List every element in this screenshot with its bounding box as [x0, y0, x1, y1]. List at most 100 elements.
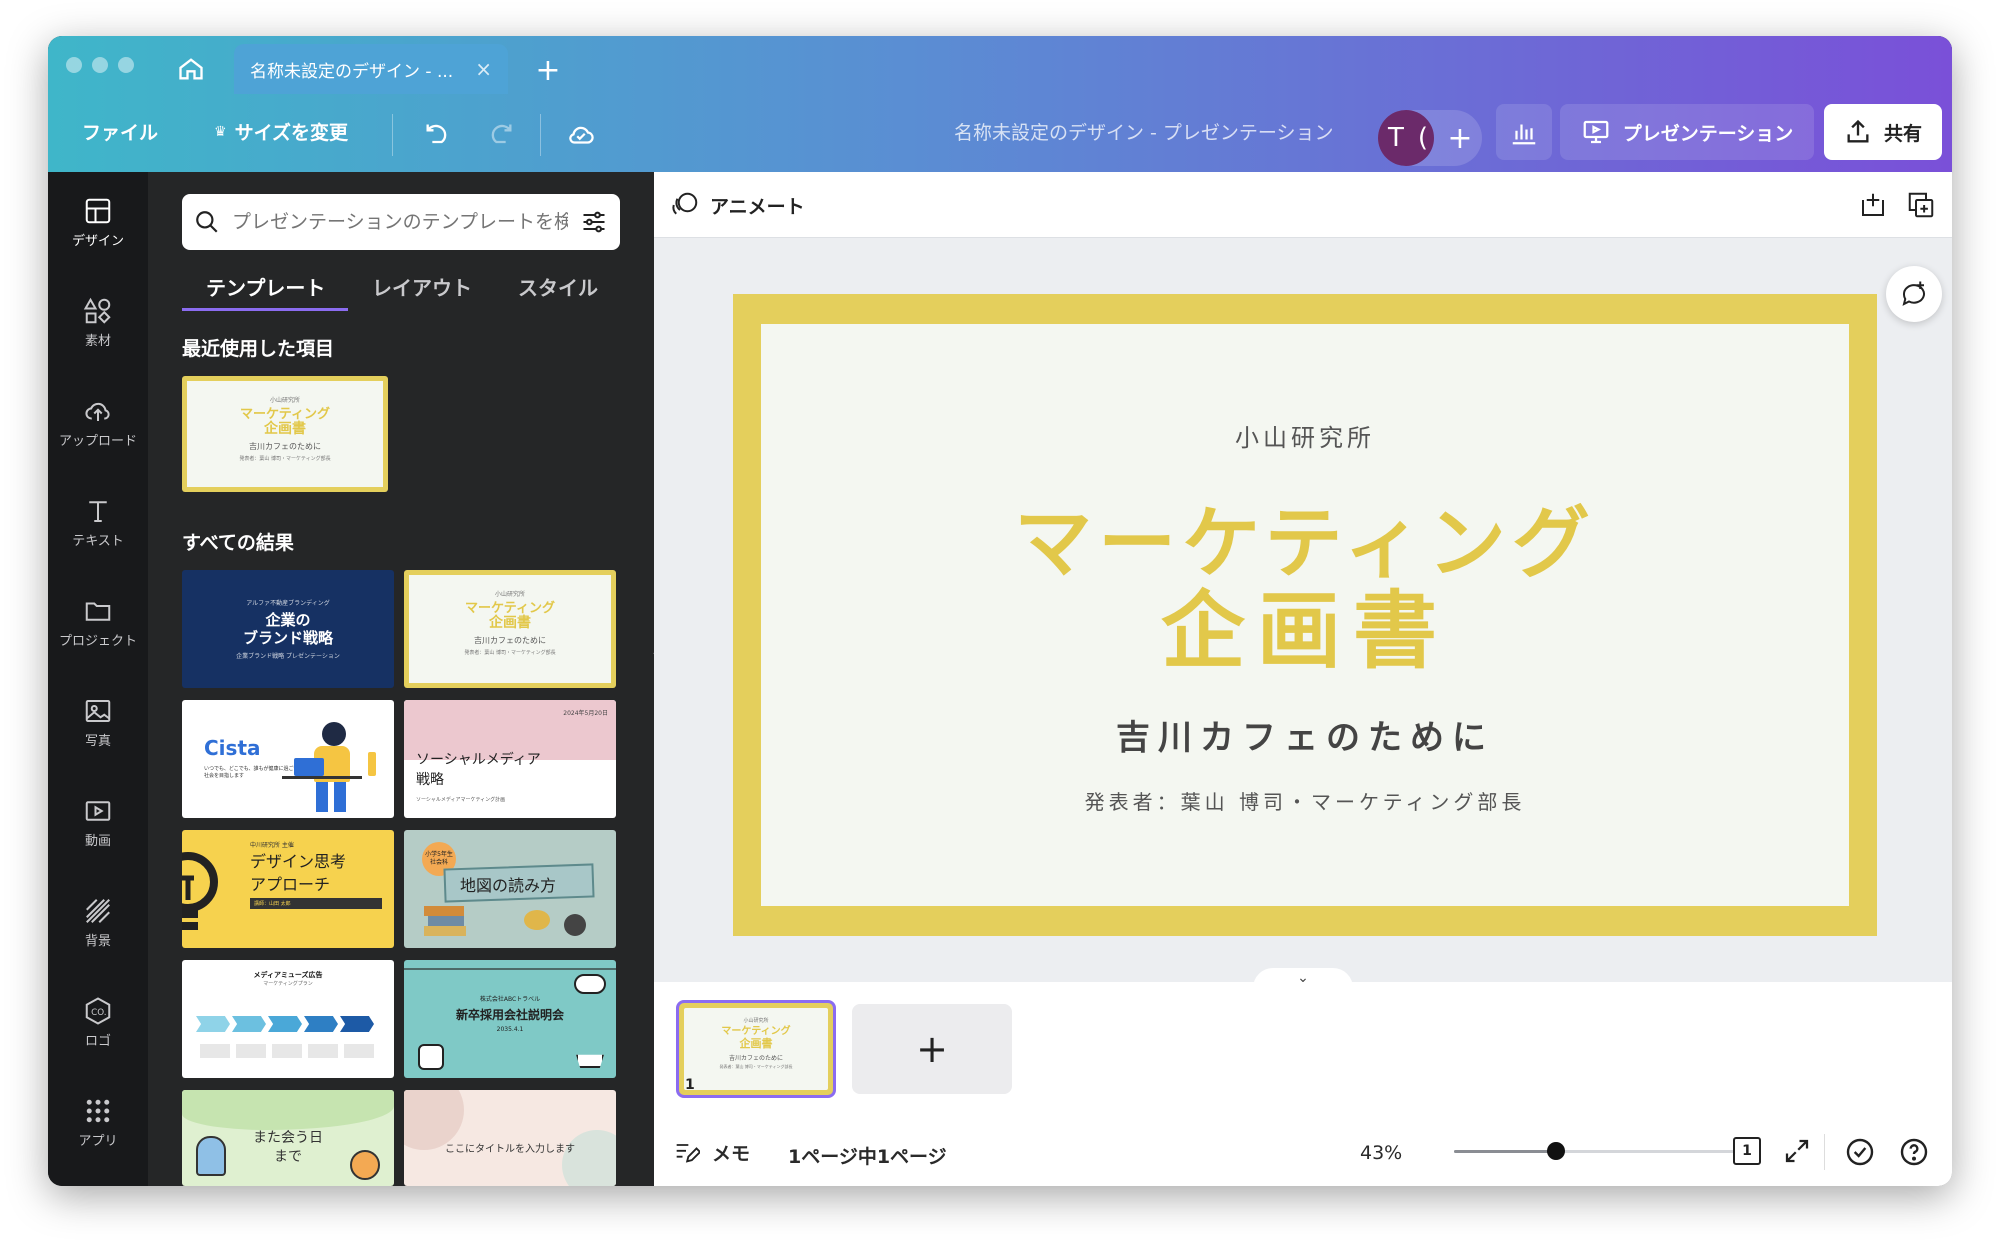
avatar-extra: (: [1417, 123, 1429, 153]
rail-item-background[interactable]: 背景: [48, 872, 148, 972]
collaborators-group[interactable]: T( +: [1378, 110, 1482, 166]
rail-label: アップロード: [58, 433, 137, 449]
apps-icon: [86, 1099, 110, 1122]
animate-button[interactable]: アニメート: [670, 190, 805, 220]
zoom-window-dot[interactable]: [118, 57, 134, 73]
duplicate-page-icon[interactable]: [1906, 190, 1936, 220]
template-thumb[interactable]: メディアミューズ広告 マーケティングプラン: [182, 960, 394, 1078]
present-icon: [1583, 120, 1609, 144]
add-page-icon[interactable]: [1858, 190, 1888, 220]
chart-icon: [1512, 124, 1536, 145]
rail-label: 背景: [84, 933, 111, 949]
rail-item-logo[interactable]: CO. ロゴ: [48, 972, 148, 1072]
thumb-text: 企画書: [489, 615, 531, 631]
rail-item-upload[interactable]: アップロード: [48, 372, 148, 472]
avatar[interactable]: T(: [1378, 110, 1434, 166]
filter-icon[interactable]: [580, 208, 608, 236]
share-button[interactable]: 共有: [1824, 104, 1942, 160]
template-thumb[interactable]: 小山研究所 マーケティング 企画書 吉川カフェのために 発表者：葉山 博司・マー…: [404, 570, 616, 688]
thumb-text: 2024年5月20日: [563, 710, 608, 717]
template-thumb[interactable]: 小学5年生 社会科 地図の読み方: [404, 830, 616, 948]
rail-item-projects[interactable]: プロジェクト: [48, 572, 148, 672]
minimize-window-dot[interactable]: [92, 57, 108, 73]
rail-item-elements[interactable]: 素材: [48, 272, 148, 372]
notes-button[interactable]: メモ: [672, 1138, 750, 1166]
avatar-initial: T: [1387, 123, 1404, 153]
rail-item-text[interactable]: テキスト: [48, 472, 148, 572]
title-bar: 名称未設定のデザイン - ... × + ファイル ♛ サイズを変更 名称未設定…: [48, 36, 1952, 172]
insights-button[interactable]: [1496, 104, 1552, 160]
thumb-text: マーケティングプラン: [263, 981, 313, 987]
slide-presenter[interactable]: 発表者：葉山 博司・マーケティング部長: [761, 786, 1849, 815]
thumb-text: 株式会社ABCトラベル: [479, 996, 541, 1003]
redo-icon[interactable]: [478, 112, 524, 158]
slide-title-line2[interactable]: 企画書: [761, 586, 1849, 676]
thumb-text: 小山研究所: [269, 397, 300, 404]
tab-layouts[interactable]: レイアウト: [372, 272, 472, 301]
photo-icon: [85, 699, 111, 722]
search-icon: [196, 211, 218, 233]
browser-tab[interactable]: 名称未設定のデザイン - ... ×: [234, 44, 508, 94]
template-search[interactable]: [182, 194, 620, 250]
tab-templates[interactable]: テンプレート: [206, 272, 325, 301]
thumb-text: 発表者：葉山 博司・マーケティング部長: [719, 1064, 793, 1069]
home-icon[interactable]: [170, 48, 212, 90]
recent-template-thumb[interactable]: 小山研究所 マーケティング 企画書 吉川カフェのために 発表者：葉山 博司・マー…: [182, 376, 388, 492]
lightbulb-icon: [182, 852, 218, 930]
thumb-text: 新卒採用会社説明会: [455, 1008, 564, 1022]
grid-view-button[interactable]: 1: [1730, 1134, 1764, 1168]
add-collaborator-icon[interactable]: +: [1440, 110, 1480, 166]
close-window-dot[interactable]: [66, 57, 82, 73]
slide-subtitle[interactable]: 吉川カフェのために: [761, 710, 1849, 759]
add-page-button[interactable]: +: [852, 1004, 1012, 1094]
rail-label: デザイン: [71, 233, 124, 249]
template-thumb[interactable]: 株式会社ABCトラベル 新卒採用会社説明会 2035.4.1: [404, 960, 616, 1078]
rail-item-videos[interactable]: 動画: [48, 772, 148, 872]
zoom-slider[interactable]: [1454, 1142, 1734, 1160]
new-tab-icon[interactable]: +: [528, 50, 568, 90]
thumb-text: デザイン思考: [250, 852, 347, 871]
template-thumb[interactable]: 2024年5月20日 ソーシャルメディア 戦略 ソーシャルメディアマーケティング…: [404, 700, 616, 818]
page-strip: 小山研究所 マーケティング 企画書 吉川カフェのために 発表者：葉山 博司・マー…: [654, 982, 1952, 1186]
page-thumb[interactable]: 小山研究所 マーケティング 企画書 吉川カフェのために 発表者：葉山 博司・マー…: [676, 1000, 836, 1098]
template-thumb[interactable]: ここにタイトルを入力します: [404, 1090, 616, 1186]
search-input[interactable]: [232, 211, 568, 233]
present-button[interactable]: プレゼンテーション: [1560, 104, 1814, 160]
rail-item-design[interactable]: デザイン: [48, 172, 148, 272]
thumb-text: ソーシャルメディアマーケティング計画: [416, 797, 506, 803]
checkmark-circle-icon[interactable]: [1844, 1136, 1876, 1168]
notes-icon: [676, 1144, 700, 1163]
undo-icon[interactable]: [414, 112, 460, 158]
elements-icon: [83, 297, 111, 324]
close-tab-icon[interactable]: ×: [475, 57, 492, 81]
rail-item-apps[interactable]: アプリ: [48, 1072, 148, 1172]
zoom-percentage[interactable]: 43%: [1360, 1142, 1402, 1164]
tab-styles[interactable]: スタイル: [518, 272, 598, 301]
text-icon: [89, 500, 107, 522]
slide-org[interactable]: 小山研究所: [761, 418, 1849, 453]
fullscreen-icon[interactable]: [1782, 1136, 1812, 1166]
thumb-text: アプローチ: [250, 875, 331, 894]
file-menu-button[interactable]: ファイル: [82, 118, 158, 145]
rail-label: テキスト: [72, 533, 124, 549]
template-thumb[interactable]: Cista いつでも、どこでも、誰もが健康に過ごせる社会を目指します: [182, 700, 394, 818]
rail-item-photos[interactable]: 写真: [48, 672, 148, 772]
help-icon[interactable]: [1898, 1136, 1930, 1168]
slide-title-line1[interactable]: マーケティング: [761, 502, 1849, 586]
rail-label: 素材: [84, 333, 111, 349]
document-title[interactable]: 名称未設定のデザイン - プレゼンテーション: [954, 118, 1334, 145]
add-comment-button[interactable]: [1886, 266, 1942, 322]
zoom-slider-handle[interactable]: [1547, 1142, 1565, 1160]
template-thumb[interactable]: アルファ不動産ブランディング 企業の ブランド戦略 企業ブランド戦略 プレゼンテ…: [182, 570, 394, 688]
resize-button[interactable]: ♛ サイズを変更: [214, 118, 348, 145]
resize-label: サイズを変更: [234, 122, 348, 144]
page-count-badge: 1: [1733, 1137, 1761, 1165]
template-thumb[interactable]: 中川研究所 主催 デザイン思考 アプローチ 講師：山田 太郎: [182, 830, 394, 948]
template-thumb[interactable]: また会う日 まで: [182, 1090, 394, 1186]
share-label: 共有: [1883, 122, 1922, 145]
rail-label: プロジェクト: [58, 633, 137, 649]
slide-canvas[interactable]: 小山研究所 マーケティング 企画書 吉川カフェのために 発表者：葉山 博司・マー…: [733, 294, 1877, 936]
rail-label: 動画: [84, 833, 111, 849]
notes-label: メモ: [712, 1142, 751, 1165]
cloud-saved-icon[interactable]: [558, 112, 604, 158]
